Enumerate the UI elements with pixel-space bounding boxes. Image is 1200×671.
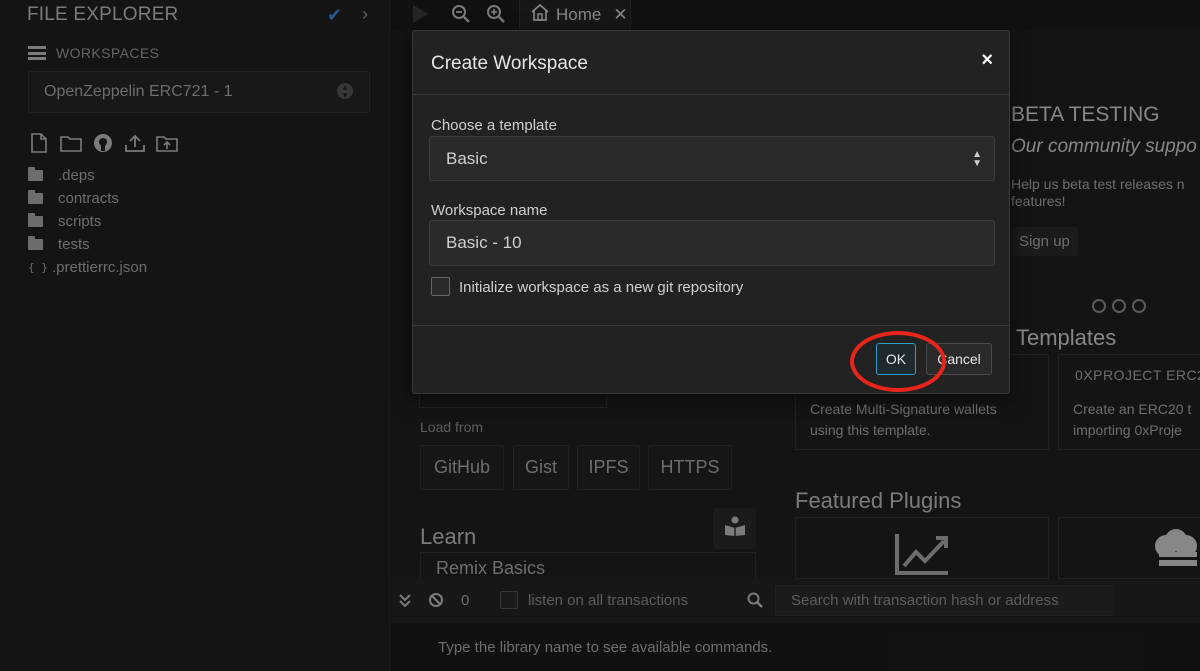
workspace-name-label: Workspace name [431,202,548,219]
template-select-value: Basic [446,148,488,168]
modal-title: Create Workspace [431,53,588,74]
modal-header: Create Workspace × [413,31,1009,95]
workspace-name-input[interactable] [429,220,995,266]
modal-close-button[interactable]: × [981,49,993,72]
template-label: Choose a template [431,117,557,134]
cancel-button[interactable]: Cancel [926,343,992,375]
select-arrows-icon: ▲ ▼ [972,149,982,169]
git-init-checkbox[interactable] [431,277,450,296]
ok-button[interactable]: OK [876,343,916,375]
template-select[interactable]: Basic ▲ ▼ [429,136,995,181]
create-workspace-modal: Create Workspace × Choose a template Bas… [412,30,1010,394]
modal-footer: OK Cancel [413,325,1009,393]
git-init-label: Initialize workspace as a new git reposi… [459,279,744,296]
